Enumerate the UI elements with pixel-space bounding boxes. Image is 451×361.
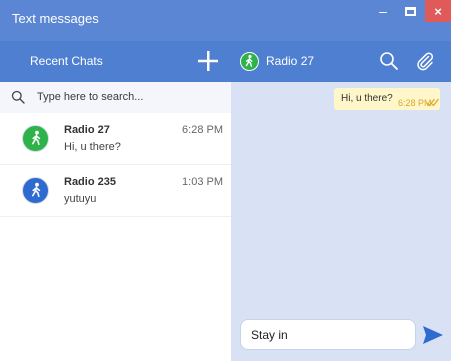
window-title: Text messages	[12, 11, 99, 26]
chat-list-panel: Radio 27 Hi, u there? 6:28 PM Radio 235 …	[0, 82, 231, 361]
send-arrow-icon[interactable]	[422, 325, 444, 345]
chat-item-radio-235[interactable]: Radio 235 yutuyu 1:03 PM	[0, 165, 231, 217]
paperclip-icon[interactable]	[415, 51, 435, 71]
avatar	[22, 177, 49, 204]
conversation-header: Radio 27	[231, 41, 451, 82]
new-chat-button[interactable]	[196, 46, 220, 76]
search-input[interactable]	[37, 89, 222, 105]
title-bar: Text messages – ×	[0, 0, 451, 41]
close-button[interactable]: ×	[425, 0, 451, 22]
walking-person-icon	[31, 130, 41, 145]
chat-preview: Hi, u there?	[64, 141, 121, 153]
contact-name: Radio 27	[266, 54, 315, 68]
chat-item-radio-27[interactable]: Radio 27 Hi, u there? 6:28 PM	[0, 113, 231, 165]
plus-icon	[198, 51, 218, 71]
double-check-icon	[426, 98, 439, 107]
recent-chats-header: Recent Chats	[0, 41, 231, 82]
chat-time: 6:28 PM	[182, 124, 223, 136]
chat-preview: yutuyu	[64, 193, 97, 205]
walking-person-icon	[245, 54, 253, 67]
search-icon	[11, 90, 25, 104]
minimize-button[interactable]: –	[371, 0, 395, 22]
chat-time: 1:03 PM	[182, 176, 223, 188]
chat-name: Radio 27	[64, 124, 110, 136]
recent-chats-title: Recent Chats	[30, 54, 103, 68]
maximize-icon	[404, 6, 416, 16]
conversation-area: Hi, u there? 6:28 PM	[231, 82, 451, 361]
search-bar	[0, 82, 231, 114]
avatar	[22, 125, 49, 152]
message-input[interactable]	[240, 319, 416, 350]
search-icon[interactable]	[379, 51, 399, 71]
walking-person-icon	[31, 182, 41, 197]
chat-name: Radio 235	[64, 176, 116, 188]
contact-avatar	[240, 52, 259, 71]
app-window: Text messages – × Recent Chats Radio 27	[0, 0, 451, 361]
maximize-button[interactable]	[398, 0, 422, 22]
message-text: Hi, u there?	[341, 93, 393, 104]
message-bubble: Hi, u there? 6:28 PM	[334, 88, 440, 110]
